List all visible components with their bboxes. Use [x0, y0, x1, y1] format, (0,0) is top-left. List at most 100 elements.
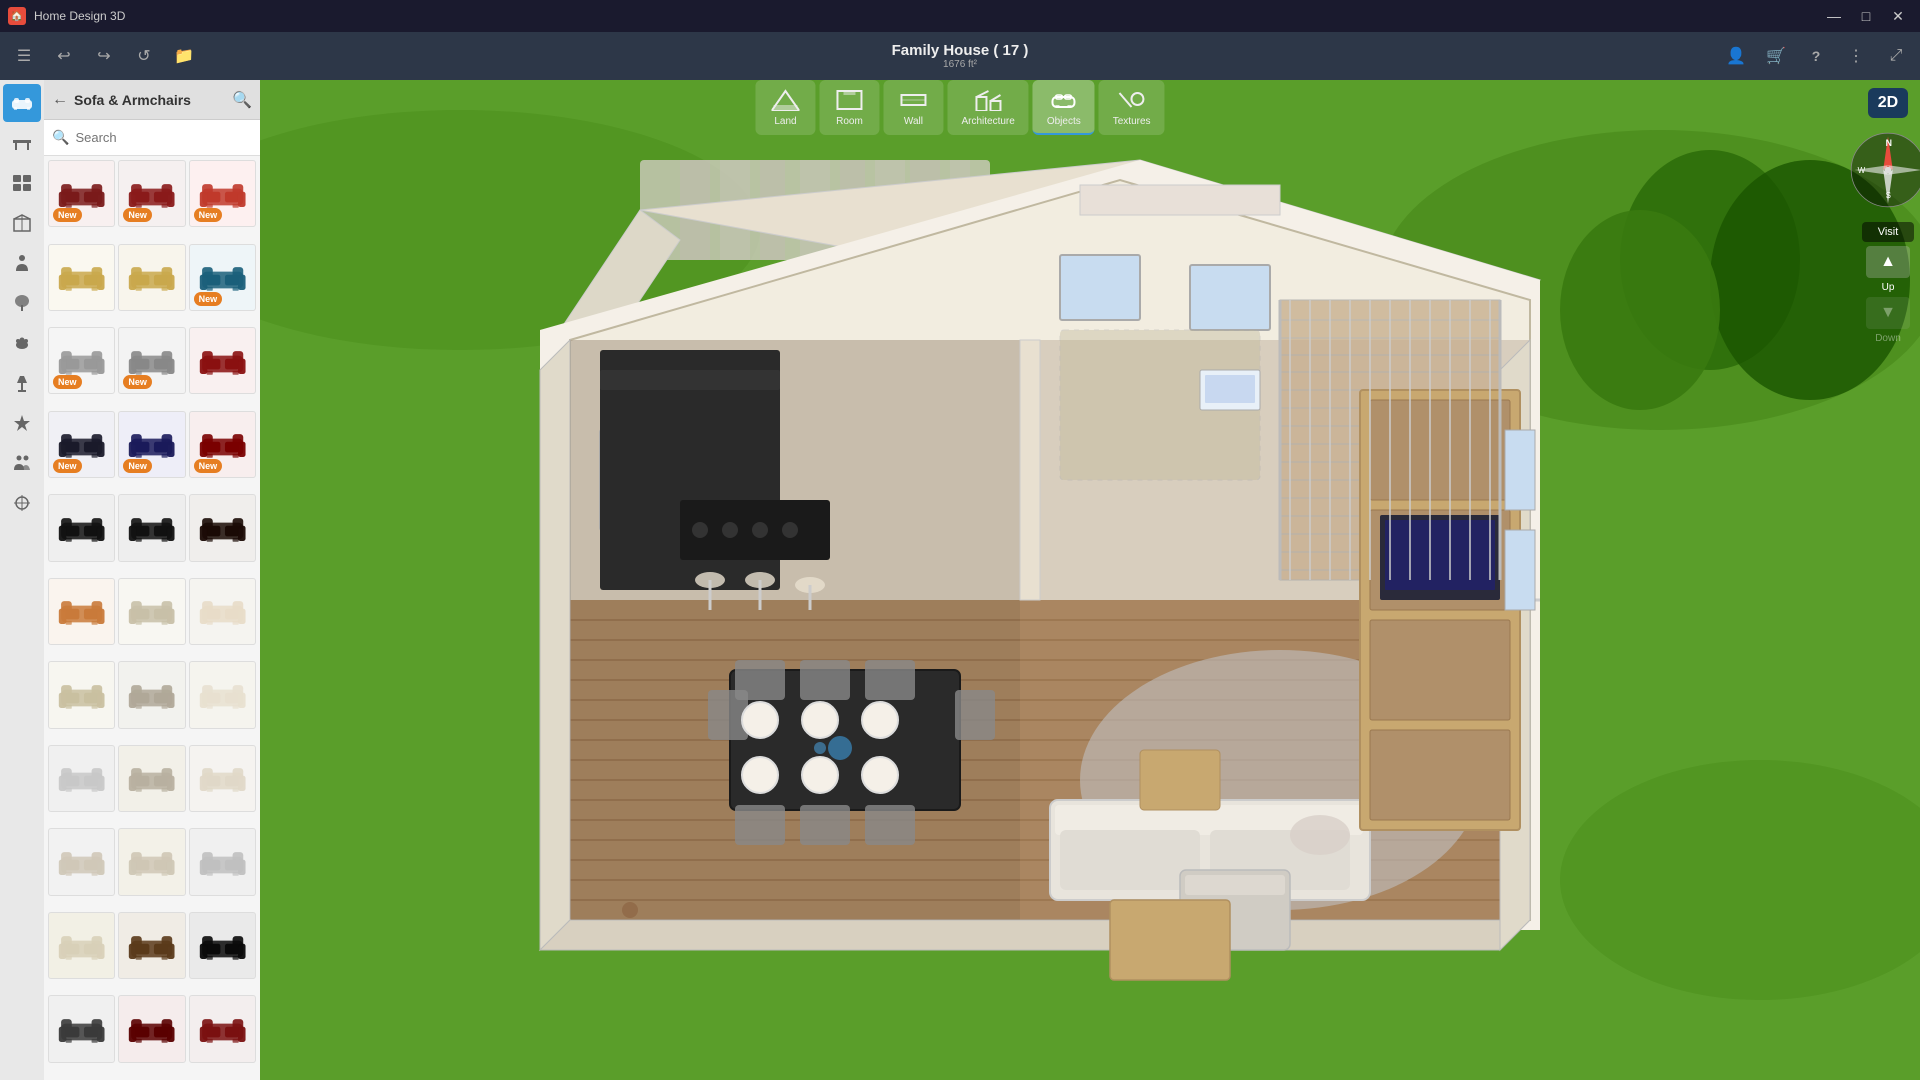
profile-button[interactable]: 👤 [1720, 40, 1752, 72]
furniture-item[interactable] [48, 995, 115, 1062]
furniture-item[interactable]: New [189, 160, 256, 227]
furniture-item[interactable] [189, 578, 256, 645]
maximize-button[interactable]: □ [1852, 5, 1880, 27]
down-label: Down [1875, 333, 1901, 344]
furniture-item[interactable] [48, 745, 115, 812]
nav-architecture[interactable]: Architecture [947, 80, 1028, 135]
more-icon: ⋮ [1848, 46, 1864, 66]
down-arrow-icon: ▼ [1880, 304, 1896, 322]
sidebar-icon-star[interactable] [3, 404, 41, 442]
compass: N W S [1848, 130, 1920, 210]
furniture-item[interactable]: New [118, 411, 185, 478]
furniture-item[interactable]: New [118, 160, 185, 227]
nav-wall-label: Wall [904, 116, 923, 127]
nav-toolbar: Land Room Wall Architectur [755, 80, 1164, 135]
furniture-item[interactable]: New [189, 244, 256, 311]
project-title-area: Family House ( 17 ) 1676 ft² [892, 42, 1029, 70]
new-badge: New [123, 459, 152, 473]
furniture-item[interactable] [189, 828, 256, 895]
furniture-item[interactable]: New [118, 327, 185, 394]
toolbar-right: 👤 🛒 ? ⋮ ⤢ [1720, 40, 1912, 72]
furniture-item[interactable] [189, 327, 256, 394]
more-button[interactable]: ⋮ [1840, 40, 1872, 72]
furniture-item[interactable] [118, 912, 185, 979]
panel-area: ← Sofa & Armchairs 🔍 🔍 [44, 80, 260, 1080]
sidebar-icon-pet[interactable] [3, 324, 41, 362]
nav-room[interactable]: Room [819, 80, 879, 135]
furniture-item[interactable] [48, 244, 115, 311]
right-panel: 2D N W S Visit ▲ Up ▼ [1856, 80, 1920, 1080]
cart-button[interactable]: 🛒 [1760, 40, 1792, 72]
sidebar-icon-people[interactable] [3, 444, 41, 482]
land-icon [771, 86, 799, 114]
svg-text:S: S [1886, 191, 1891, 200]
nav-architecture-label: Architecture [961, 116, 1014, 127]
close-button[interactable]: ✕ [1884, 5, 1912, 27]
help-button[interactable]: ? [1800, 40, 1832, 72]
furniture-item[interactable]: New [48, 411, 115, 478]
furniture-item[interactable] [118, 661, 185, 728]
profile-icon: 👤 [1726, 46, 1746, 66]
furniture-item[interactable] [189, 494, 256, 561]
furniture-item[interactable] [189, 661, 256, 728]
wall-icon [899, 86, 927, 114]
undo-button[interactable]: ↩ [48, 40, 80, 72]
furniture-item[interactable]: New [48, 160, 115, 227]
main-view[interactable] [260, 80, 1920, 1080]
room-icon [835, 86, 863, 114]
furniture-item[interactable]: New [189, 411, 256, 478]
panel-category-title: Sofa & Armchairs [74, 92, 226, 108]
furniture-item-grid: New New [44, 156, 260, 1080]
furniture-item[interactable] [48, 661, 115, 728]
sidebar-icon-sofa[interactable] [3, 84, 41, 122]
view-down-button[interactable]: ▼ [1866, 297, 1910, 329]
refresh-button[interactable]: ↺ [128, 40, 160, 72]
redo-button[interactable]: ↪ [88, 40, 120, 72]
nav-objects[interactable]: Objects [1033, 80, 1095, 135]
refresh-icon: ↺ [137, 46, 150, 66]
sidebar-icon-misc[interactable] [3, 484, 41, 522]
furniture-item[interactable]: New [48, 327, 115, 394]
up-label: Up [1882, 282, 1895, 293]
view-2d-button[interactable]: 2D [1868, 88, 1908, 118]
furniture-item[interactable] [189, 745, 256, 812]
search-input[interactable] [75, 130, 252, 145]
minimize-button[interactable]: — [1820, 5, 1848, 27]
sidebar-icon-grid[interactable] [3, 164, 41, 202]
panel-back-button[interactable]: ← [52, 91, 68, 109]
nav-textures[interactable]: Textures [1099, 80, 1165, 135]
nav-wall[interactable]: Wall [883, 80, 943, 135]
furniture-item[interactable] [118, 244, 185, 311]
nav-room-label: Room [836, 116, 863, 127]
furniture-item[interactable] [48, 912, 115, 979]
new-badge: New [53, 375, 82, 389]
furniture-item[interactable] [48, 494, 115, 561]
furniture-item[interactable] [189, 995, 256, 1062]
furniture-item[interactable] [118, 995, 185, 1062]
nav-land[interactable]: Land [755, 80, 815, 135]
main-toolbar: ☰ ↩ ↪ ↺ 📁 Family House ( 17 ) 1676 ft² 👤… [0, 32, 1920, 80]
cart-icon: 🛒 [1766, 46, 1786, 66]
nav-land-label: Land [774, 116, 796, 127]
furniture-item[interactable] [189, 912, 256, 979]
sidebar-icon-lamp[interactable] [3, 364, 41, 402]
furniture-item[interactable] [118, 494, 185, 561]
sidebar-icon-person[interactable] [3, 244, 41, 282]
sidebar-icon-table[interactable] [3, 124, 41, 162]
folder-button[interactable]: 📁 [168, 40, 200, 72]
furniture-item[interactable] [118, 745, 185, 812]
new-badge: New [53, 208, 82, 222]
furniture-item[interactable] [48, 828, 115, 895]
menu-button[interactable]: ☰ [8, 40, 40, 72]
visit-view-button[interactable]: Visit [1862, 222, 1914, 242]
new-badge: New [53, 459, 82, 473]
panel-search-icon[interactable]: 🔍 [232, 90, 252, 110]
view-up-button[interactable]: ▲ [1866, 246, 1910, 278]
sidebar-icon-plant[interactable] [3, 284, 41, 322]
menu-icon: ☰ [17, 46, 31, 66]
furniture-item[interactable] [48, 578, 115, 645]
furniture-item[interactable] [118, 578, 185, 645]
furniture-item[interactable] [118, 828, 185, 895]
sidebar-icon-box[interactable] [3, 204, 41, 242]
expand-button[interactable]: ⤢ [1880, 40, 1912, 72]
